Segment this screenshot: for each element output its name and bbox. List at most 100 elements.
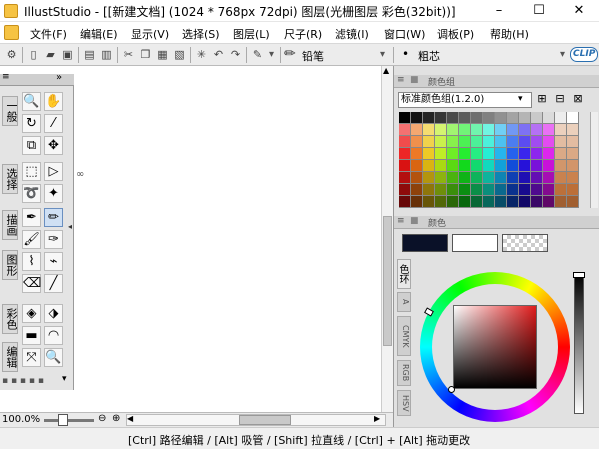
color-swatch[interactable] bbox=[447, 196, 459, 208]
color-swatch[interactable] bbox=[483, 124, 495, 136]
menu-filter[interactable]: 滤镜(I) bbox=[335, 26, 369, 42]
color-swatch[interactable] bbox=[447, 172, 459, 184]
pencil-tool-icon[interactable]: ✏ bbox=[44, 208, 63, 227]
tab-edit[interactable]: 编辑 bbox=[2, 342, 18, 372]
color-swatch[interactable] bbox=[423, 124, 435, 136]
menu-window[interactable]: 窗口(W) bbox=[384, 26, 425, 42]
color-swatch[interactable] bbox=[543, 136, 555, 148]
color-swatch[interactable] bbox=[483, 112, 495, 124]
color-swatch[interactable] bbox=[495, 112, 507, 124]
color-set-select[interactable]: 标准颜色组(1.2.0) bbox=[398, 92, 532, 108]
color-swatch-grid[interactable] bbox=[399, 112, 579, 208]
zoom-slider-track[interactable] bbox=[44, 419, 94, 422]
color-swatch[interactable] bbox=[411, 112, 423, 124]
panel-menu-icon[interactable]: ≡ bbox=[397, 75, 405, 85]
color-swatch[interactable] bbox=[495, 136, 507, 148]
color-swatch[interactable] bbox=[399, 196, 411, 208]
color-swatch[interactable] bbox=[471, 172, 483, 184]
color-swatch[interactable] bbox=[567, 196, 579, 208]
app-menu-icon[interactable] bbox=[4, 25, 19, 40]
tab-cmyk[interactable]: CMYK bbox=[397, 316, 411, 356]
color-swatch[interactable] bbox=[567, 136, 579, 148]
color-swatch[interactable] bbox=[423, 184, 435, 196]
tab-color-wheel[interactable]: 色环 bbox=[397, 259, 411, 289]
rotate-icon[interactable]: ↻ bbox=[22, 114, 41, 133]
scroll-up-icon[interactable]: ▲ bbox=[383, 66, 389, 75]
print-icon[interactable]: ▤ bbox=[82, 47, 97, 62]
chevron-down-icon[interactable]: ▾ bbox=[518, 94, 523, 104]
tab-select[interactable]: 选择 bbox=[2, 164, 18, 194]
pen-icon[interactable]: ✒ bbox=[22, 208, 41, 227]
color-swatch[interactable] bbox=[471, 196, 483, 208]
panel-close-icon[interactable]: ■ bbox=[410, 75, 419, 85]
color-swatch[interactable] bbox=[531, 112, 543, 124]
color-swatch[interactable] bbox=[555, 112, 567, 124]
color-swatch[interactable] bbox=[555, 172, 567, 184]
color-swatch[interactable] bbox=[531, 184, 543, 196]
color-swatch[interactable] bbox=[423, 112, 435, 124]
paste-icon[interactable]: ▦ bbox=[155, 47, 170, 62]
color-swatch[interactable] bbox=[507, 124, 519, 136]
color-swatch[interactable] bbox=[435, 112, 447, 124]
color-swatch[interactable] bbox=[507, 112, 519, 124]
color-swatch[interactable] bbox=[411, 172, 423, 184]
panel-close-icon[interactable]: ■ bbox=[410, 216, 419, 226]
color-swatch[interactable] bbox=[435, 124, 447, 136]
color-swatch[interactable] bbox=[459, 148, 471, 160]
horizontal-scrollbar[interactable]: ◀ ▶ bbox=[126, 414, 386, 426]
color-swatch[interactable] bbox=[543, 196, 555, 208]
search-icon[interactable]: 🔍 bbox=[44, 348, 63, 367]
eyedropper-icon[interactable]: ⁄ bbox=[44, 114, 63, 133]
color-swatch[interactable] bbox=[459, 184, 471, 196]
color-swatch[interactable] bbox=[543, 112, 555, 124]
scroll-left-icon[interactable]: ◀ bbox=[127, 414, 133, 423]
main-color-swatch[interactable] bbox=[402, 234, 448, 252]
save-icon[interactable]: ▣ bbox=[60, 47, 75, 62]
delete-color-icon[interactable]: ⊠ bbox=[570, 92, 586, 108]
expand-arrow-icon[interactable]: ◂ bbox=[68, 222, 72, 231]
lasso-icon[interactable]: ➰ bbox=[22, 184, 41, 203]
color-swatch[interactable] bbox=[519, 172, 531, 184]
color-swatch[interactable] bbox=[543, 160, 555, 172]
color-swatch[interactable] bbox=[495, 172, 507, 184]
color-swatch[interactable] bbox=[519, 124, 531, 136]
transform-icon[interactable]: ✳ bbox=[194, 47, 209, 62]
color-swatch[interactable] bbox=[567, 160, 579, 172]
color-swatch[interactable] bbox=[447, 136, 459, 148]
gear-icon[interactable]: ⚙ bbox=[4, 47, 19, 62]
color-swatch[interactable] bbox=[543, 172, 555, 184]
menu-file[interactable]: 文件(F) bbox=[30, 26, 67, 42]
paint-bucket-icon[interactable]: ⬗ bbox=[44, 304, 63, 323]
color-set-panel-header[interactable]: ≡ ■ 颜色组 bbox=[394, 75, 599, 88]
color-swatch[interactable] bbox=[483, 160, 495, 172]
color-swatch[interactable] bbox=[399, 160, 411, 172]
color-swatch[interactable] bbox=[435, 148, 447, 160]
layer-move-icon[interactable]: ⧉ bbox=[22, 136, 41, 155]
maximize-button[interactable]: ☐ bbox=[519, 0, 559, 22]
menu-edit[interactable]: 编辑(E) bbox=[80, 26, 118, 42]
color-swatch[interactable] bbox=[567, 172, 579, 184]
hue-wheel[interactable] bbox=[420, 272, 570, 422]
color-swatch[interactable] bbox=[471, 124, 483, 136]
airbrush-icon[interactable]: ✑ bbox=[44, 230, 63, 249]
close-button[interactable]: ✕ bbox=[559, 0, 599, 22]
color-swatch[interactable] bbox=[411, 136, 423, 148]
line-icon[interactable]: ╱ bbox=[44, 274, 63, 293]
color-swatch[interactable] bbox=[435, 184, 447, 196]
color-swatch[interactable] bbox=[459, 196, 471, 208]
color-swatch[interactable] bbox=[459, 160, 471, 172]
color-swatch[interactable] bbox=[447, 184, 459, 196]
object-select-icon[interactable]: ⤧ bbox=[22, 348, 41, 367]
zoom-value[interactable]: 100.0% bbox=[2, 414, 40, 425]
collapse-arrows-icon[interactable]: » bbox=[56, 72, 62, 83]
color-swatch[interactable] bbox=[531, 160, 543, 172]
tab-color[interactable]: 彩色 bbox=[2, 304, 18, 334]
color-swatch[interactable] bbox=[399, 136, 411, 148]
color-swatch[interactable] bbox=[411, 124, 423, 136]
color-swatch[interactable] bbox=[447, 160, 459, 172]
color-swatch[interactable] bbox=[471, 184, 483, 196]
color-swatch[interactable] bbox=[507, 160, 519, 172]
magic-wand-icon[interactable]: ✦ bbox=[44, 184, 63, 203]
open-folder-icon[interactable]: ▰ bbox=[43, 47, 58, 62]
color-swatch[interactable] bbox=[435, 136, 447, 148]
